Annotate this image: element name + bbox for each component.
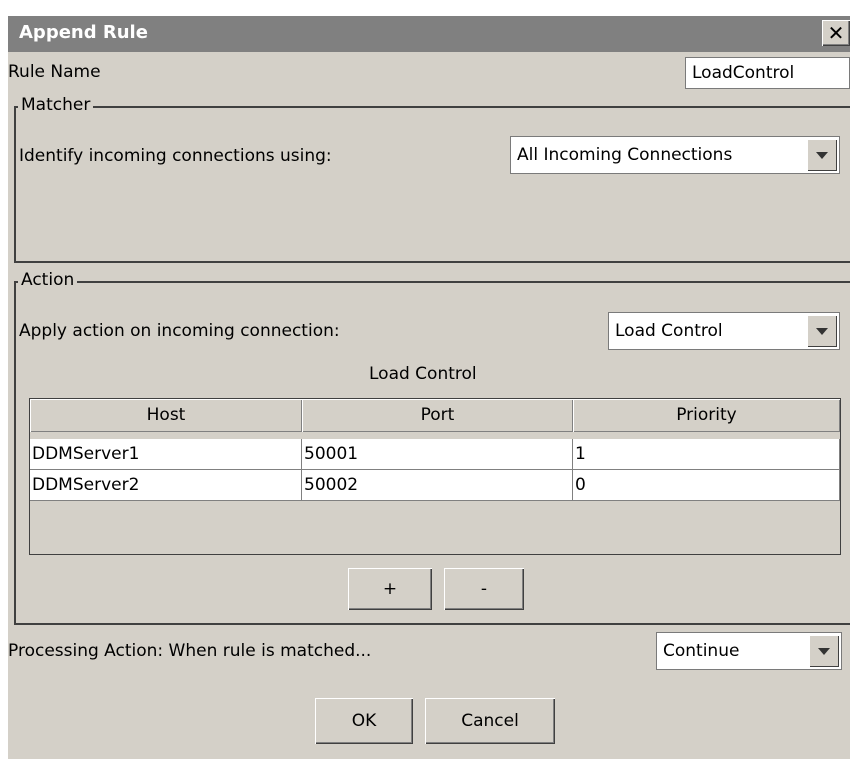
processing-action-select[interactable]: Continue (656, 632, 842, 670)
table-row[interactable]: DDMServer2 50002 0 (30, 470, 840, 501)
table-cell-port[interactable]: 50002 (302, 470, 573, 501)
ok-button[interactable]: OK (315, 698, 413, 744)
processing-action-label: Processing Action: When rule is matched.… (8, 641, 372, 661)
table-row[interactable]: DDMServer1 50001 1 (30, 439, 840, 470)
apply-action-dropdown-button[interactable] (807, 315, 837, 347)
table-cell-host[interactable]: DDMServer2 (30, 470, 302, 501)
processing-action-value: Continue (663, 641, 740, 661)
dialog-title: Append Rule (19, 22, 148, 43)
close-button[interactable]: ✕ (822, 20, 850, 46)
identify-connections-label: Identify incoming connections using: (19, 146, 332, 166)
load-control-table: Host Port Priority DDMServer1 50001 1 DD… (29, 398, 841, 555)
table-cell-port[interactable]: 50001 (302, 439, 573, 470)
identify-connections-select[interactable]: All Incoming Connections (510, 136, 840, 174)
action-legend: Action (18, 270, 78, 290)
identify-connections-dropdown-button[interactable] (807, 139, 837, 171)
title-bar[interactable]: Append Rule ✕ (8, 16, 850, 52)
rule-name-label: Rule Name (8, 62, 101, 82)
identify-connections-value: All Incoming Connections (517, 145, 733, 165)
chevron-down-icon (818, 647, 830, 655)
column-header-port[interactable]: Port (302, 399, 573, 432)
add-row-button[interactable]: + (348, 568, 432, 610)
matcher-groupbox: Matcher (14, 95, 850, 263)
load-control-table-title: Load Control (369, 364, 477, 384)
cancel-button[interactable]: Cancel (425, 698, 555, 744)
chevron-down-icon (816, 151, 828, 159)
processing-action-dropdown-button[interactable] (809, 635, 839, 667)
table-cell-priority[interactable]: 0 (573, 470, 840, 501)
remove-row-button[interactable]: - (444, 568, 524, 610)
matcher-legend: Matcher (18, 95, 94, 115)
table-header: Host Port Priority (30, 399, 840, 432)
apply-action-value: Load Control (615, 321, 723, 341)
chevron-down-icon (816, 327, 828, 335)
append-rule-dialog: Append Rule ✕ Rule Name LoadControl Matc… (8, 16, 850, 759)
close-icon: ✕ (827, 21, 845, 45)
rule-name-input[interactable]: LoadControl (685, 57, 850, 89)
table-cell-host[interactable]: DDMServer1 (30, 439, 302, 470)
column-header-priority[interactable]: Priority (573, 399, 840, 432)
apply-action-select[interactable]: Load Control (608, 312, 840, 350)
column-header-host[interactable]: Host (30, 399, 302, 432)
apply-action-label: Apply action on incoming connection: (19, 321, 340, 341)
table-cell-priority[interactable]: 1 (573, 439, 840, 470)
